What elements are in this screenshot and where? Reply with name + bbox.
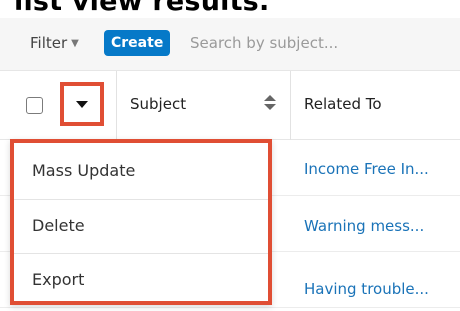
chevron-down-icon: ▼ — [71, 37, 79, 49]
list-view-page: list view results. Filter ▼ Create Subje… — [0, 0, 460, 311]
page-heading: list view results. — [14, 0, 270, 17]
column-divider — [290, 71, 291, 140]
filter-label: Filter — [30, 34, 68, 52]
column-divider — [116, 71, 117, 140]
related-to-link[interactable]: Having trouble... — [304, 280, 429, 298]
column-header-related-to[interactable]: Related To — [304, 95, 382, 113]
menu-item-mass-update[interactable]: Mass Update — [14, 145, 268, 197]
create-button[interactable]: Create — [104, 30, 171, 56]
caret-down-icon — [76, 100, 88, 108]
related-to-link[interactable]: Income Free In... — [304, 160, 429, 178]
actions-dropdown-menu: Mass Update Delete Export — [10, 139, 272, 305]
menu-item-delete[interactable]: Delete — [14, 200, 268, 252]
select-all-checkbox[interactable] — [26, 97, 43, 114]
table-header: Subject Related To — [0, 70, 460, 140]
sort-icon[interactable] — [264, 91, 276, 115]
filter-button[interactable]: Filter ▼ — [30, 34, 79, 52]
actions-dropdown-toggle[interactable] — [60, 82, 104, 126]
search-input[interactable] — [180, 28, 460, 58]
column-header-subject[interactable]: Subject — [130, 95, 186, 113]
menu-item-export[interactable]: Export — [14, 254, 268, 306]
list-toolbar: Filter ▼ Create — [0, 18, 460, 70]
related-to-link[interactable]: Warning mess... — [304, 217, 424, 235]
